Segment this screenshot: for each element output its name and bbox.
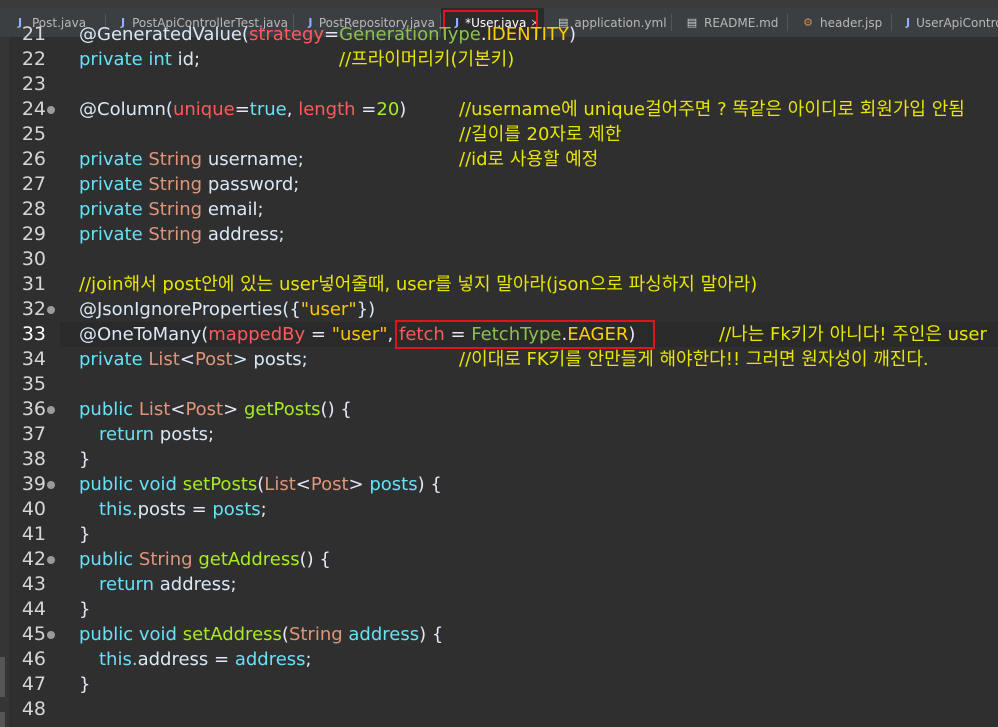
code-line-21: @GeneratedValue(strategy=GenerationType.… — [79, 24, 576, 45]
tab-header-jsp[interactable]: ⚙ header.jsp — [788, 8, 892, 37]
fold-toggle-icon[interactable] — [47, 631, 55, 639]
code-line-29: private String address; — [79, 224, 285, 245]
line-number-37: 37 — [21, 423, 46, 445]
fold-toggle-icon[interactable] — [47, 106, 55, 114]
code-line-36: public List<Post> getPosts() { — [79, 399, 352, 420]
line-number-39: 39 — [21, 473, 46, 495]
line-number-24: 24 — [21, 98, 46, 120]
code-line-38: } — [79, 449, 91, 470]
tab-label: application.yml — [574, 15, 667, 30]
line-number-41: 41 — [21, 523, 46, 545]
code-line-42: public String getAddress() { — [79, 549, 331, 570]
line-number-45: 45 — [21, 623, 46, 645]
code-line-47: } — [79, 674, 91, 695]
code-line-41: } — [79, 524, 91, 545]
jsp-file-icon: ⚙ — [803, 16, 813, 29]
line-number-35: 35 — [21, 373, 46, 395]
line-number-28: 28 — [21, 198, 46, 220]
line-number-42: 42 — [21, 548, 46, 570]
tab-label: README.md — [704, 15, 779, 30]
code-editor[interactable]: 21 22 23 24 25 26 27 28 29 30 31 32 33 34 35 36 37 38 39 40… — [0, 23, 998, 727]
code-line-45: public void setAddress(String address) { — [79, 624, 444, 645]
code-line-33: @OneToMany(mappedBy = "user", fetch = Fe… — [79, 324, 987, 345]
code-line-44: } — [79, 599, 91, 620]
fold-toggle-icon[interactable] — [47, 481, 55, 489]
code-line-40: this.posts = posts; — [99, 499, 267, 520]
line-number-34: 34 — [21, 348, 46, 370]
fold-toggle-icon[interactable] — [47, 406, 55, 414]
ide-window: J Post.java J PostApiControllerTest.java… — [0, 0, 998, 727]
code-line-46: this.address = address; — [99, 649, 312, 670]
code-line-39: public void setPosts(List<Post> posts) { — [79, 474, 442, 495]
line-number-47: 47 — [21, 673, 46, 695]
line-number-21: 21 — [21, 23, 46, 45]
fold-toggle-icon[interactable] — [47, 306, 55, 314]
line-number-40: 40 — [21, 498, 46, 520]
tab-userapicontroller-java[interactable]: J UserApiContro — [892, 8, 998, 37]
code-line-37: return posts; — [99, 424, 215, 445]
fold-toggle-icon[interactable] — [47, 556, 55, 564]
line-number-32: 32 — [21, 298, 46, 320]
line-number-22: 22 — [21, 48, 46, 70]
line-number-27: 27 — [21, 173, 46, 195]
code-line-34: private List<Post> posts;//이대로 FK키를 안만들게… — [79, 349, 929, 370]
tab-label: UserApiContro — [916, 15, 998, 30]
code-line-28: private String email; — [79, 199, 264, 220]
text-file-icon: ▤ — [686, 16, 698, 29]
java-file-icon: J — [906, 16, 911, 29]
code-line-24: @Column(unique=true, length =20)//userna… — [79, 99, 965, 120]
line-number-25: 25 — [21, 123, 46, 145]
line-number-30: 30 — [21, 248, 46, 270]
line-number-26: 26 — [21, 148, 46, 170]
code-line-32: @JsonIgnoreProperties({"user"}) — [79, 299, 376, 320]
line-number-36: 36 — [21, 398, 46, 420]
line-number-48: 48 — [21, 698, 46, 720]
tab-label: header.jsp — [820, 15, 883, 30]
line-number-44: 44 — [21, 598, 46, 620]
code-line-22: private int id;//프라이머리키(기본키) — [79, 49, 515, 70]
line-number-31: 31 — [21, 273, 46, 295]
line-number-43: 43 — [21, 573, 46, 595]
line-number-38: 38 — [21, 448, 46, 470]
code-line-31: //join해서 post안에 있는 user넣어줄때, user를 넣지 말아… — [79, 274, 758, 295]
tab-readme-md[interactable]: ▤ README.md — [672, 8, 788, 37]
line-number-29: 29 — [21, 223, 46, 245]
code-line-26: private String username;//id로 사용할 예정 — [79, 149, 599, 170]
line-number-23: 23 — [21, 73, 46, 95]
line-number-33: 33 — [21, 323, 46, 345]
line-number-46: 46 — [21, 648, 46, 670]
code-line-27: private String password; — [79, 174, 300, 195]
code-line-43: return address; — [99, 574, 237, 595]
